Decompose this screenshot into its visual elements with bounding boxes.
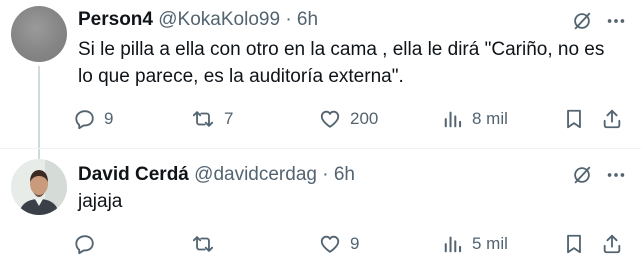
share-button[interactable] xyxy=(601,229,631,259)
author-name[interactable]: Person4 xyxy=(78,9,153,30)
divider xyxy=(0,148,641,149)
more-icon[interactable] xyxy=(605,10,627,32)
reply-button[interactable] xyxy=(74,229,104,259)
author-handle[interactable]: @KokaKolo99 xyxy=(158,9,280,30)
like-count: 9 xyxy=(350,234,360,253)
avatar[interactable] xyxy=(11,159,67,215)
share-button[interactable] xyxy=(601,104,631,134)
bookmark-button[interactable] xyxy=(563,229,593,259)
tweet-text: jajaja xyxy=(78,191,123,212)
views-button[interactable]: 8 mil xyxy=(442,104,508,134)
thread-line xyxy=(38,66,40,160)
tweet[interactable]: David Cerdá @davidcerdag · 6h jajaja 9 5… xyxy=(0,150,641,264)
bookmark-icon xyxy=(567,109,581,129)
reply-count: 9 xyxy=(104,109,114,128)
action-bar: 9 7 200 8 mil xyxy=(74,104,629,134)
views-count: 8 mil xyxy=(472,109,508,128)
timestamp[interactable]: 6h xyxy=(297,9,318,30)
views-button[interactable]: 5 mil xyxy=(442,229,508,259)
heart-icon xyxy=(320,235,340,253)
bookmark-icon xyxy=(567,234,581,254)
grok-icon[interactable] xyxy=(571,164,593,186)
repost-button[interactable] xyxy=(190,229,224,259)
like-button[interactable]: 9 xyxy=(318,229,359,259)
tweet-top-actions xyxy=(571,10,627,32)
repost-button[interactable]: 7 xyxy=(190,104,233,134)
more-icon[interactable] xyxy=(605,164,627,186)
tweet-text: Si le pilla a ella con otro en la cama ,… xyxy=(78,39,605,87)
separator: · xyxy=(322,164,329,185)
like-count: 200 xyxy=(350,109,379,128)
repost-count: 7 xyxy=(224,109,234,128)
reply-icon xyxy=(75,110,94,130)
reply-icon xyxy=(75,235,94,255)
avatar[interactable] xyxy=(11,6,67,62)
tweet-top-actions xyxy=(571,164,627,186)
share-icon xyxy=(603,234,621,254)
views-icon xyxy=(444,111,462,128)
repost-icon xyxy=(192,236,214,252)
tweet-header: Person4 @KokaKolo99 · 6h xyxy=(78,8,318,32)
repost-icon xyxy=(192,111,214,127)
heart-icon xyxy=(320,110,340,128)
timestamp[interactable]: 6h xyxy=(334,164,355,185)
like-button[interactable]: 200 xyxy=(318,104,378,134)
tweet[interactable]: Person4 @KokaKolo99 · 6h Si le pilla a e… xyxy=(0,0,641,160)
bookmark-button[interactable] xyxy=(563,104,593,134)
views-count: 5 mil xyxy=(472,234,508,253)
separator: · xyxy=(285,9,292,30)
tweet-header: David Cerdá @davidcerdag · 6h xyxy=(78,163,355,187)
grok-icon[interactable] xyxy=(571,10,593,32)
share-icon xyxy=(603,109,621,129)
views-icon xyxy=(444,236,462,253)
author-name[interactable]: David Cerdá xyxy=(78,164,189,185)
action-bar: 9 5 mil xyxy=(74,229,629,259)
reply-button[interactable]: 9 xyxy=(74,104,113,134)
author-handle[interactable]: @davidcerdag xyxy=(194,164,317,185)
